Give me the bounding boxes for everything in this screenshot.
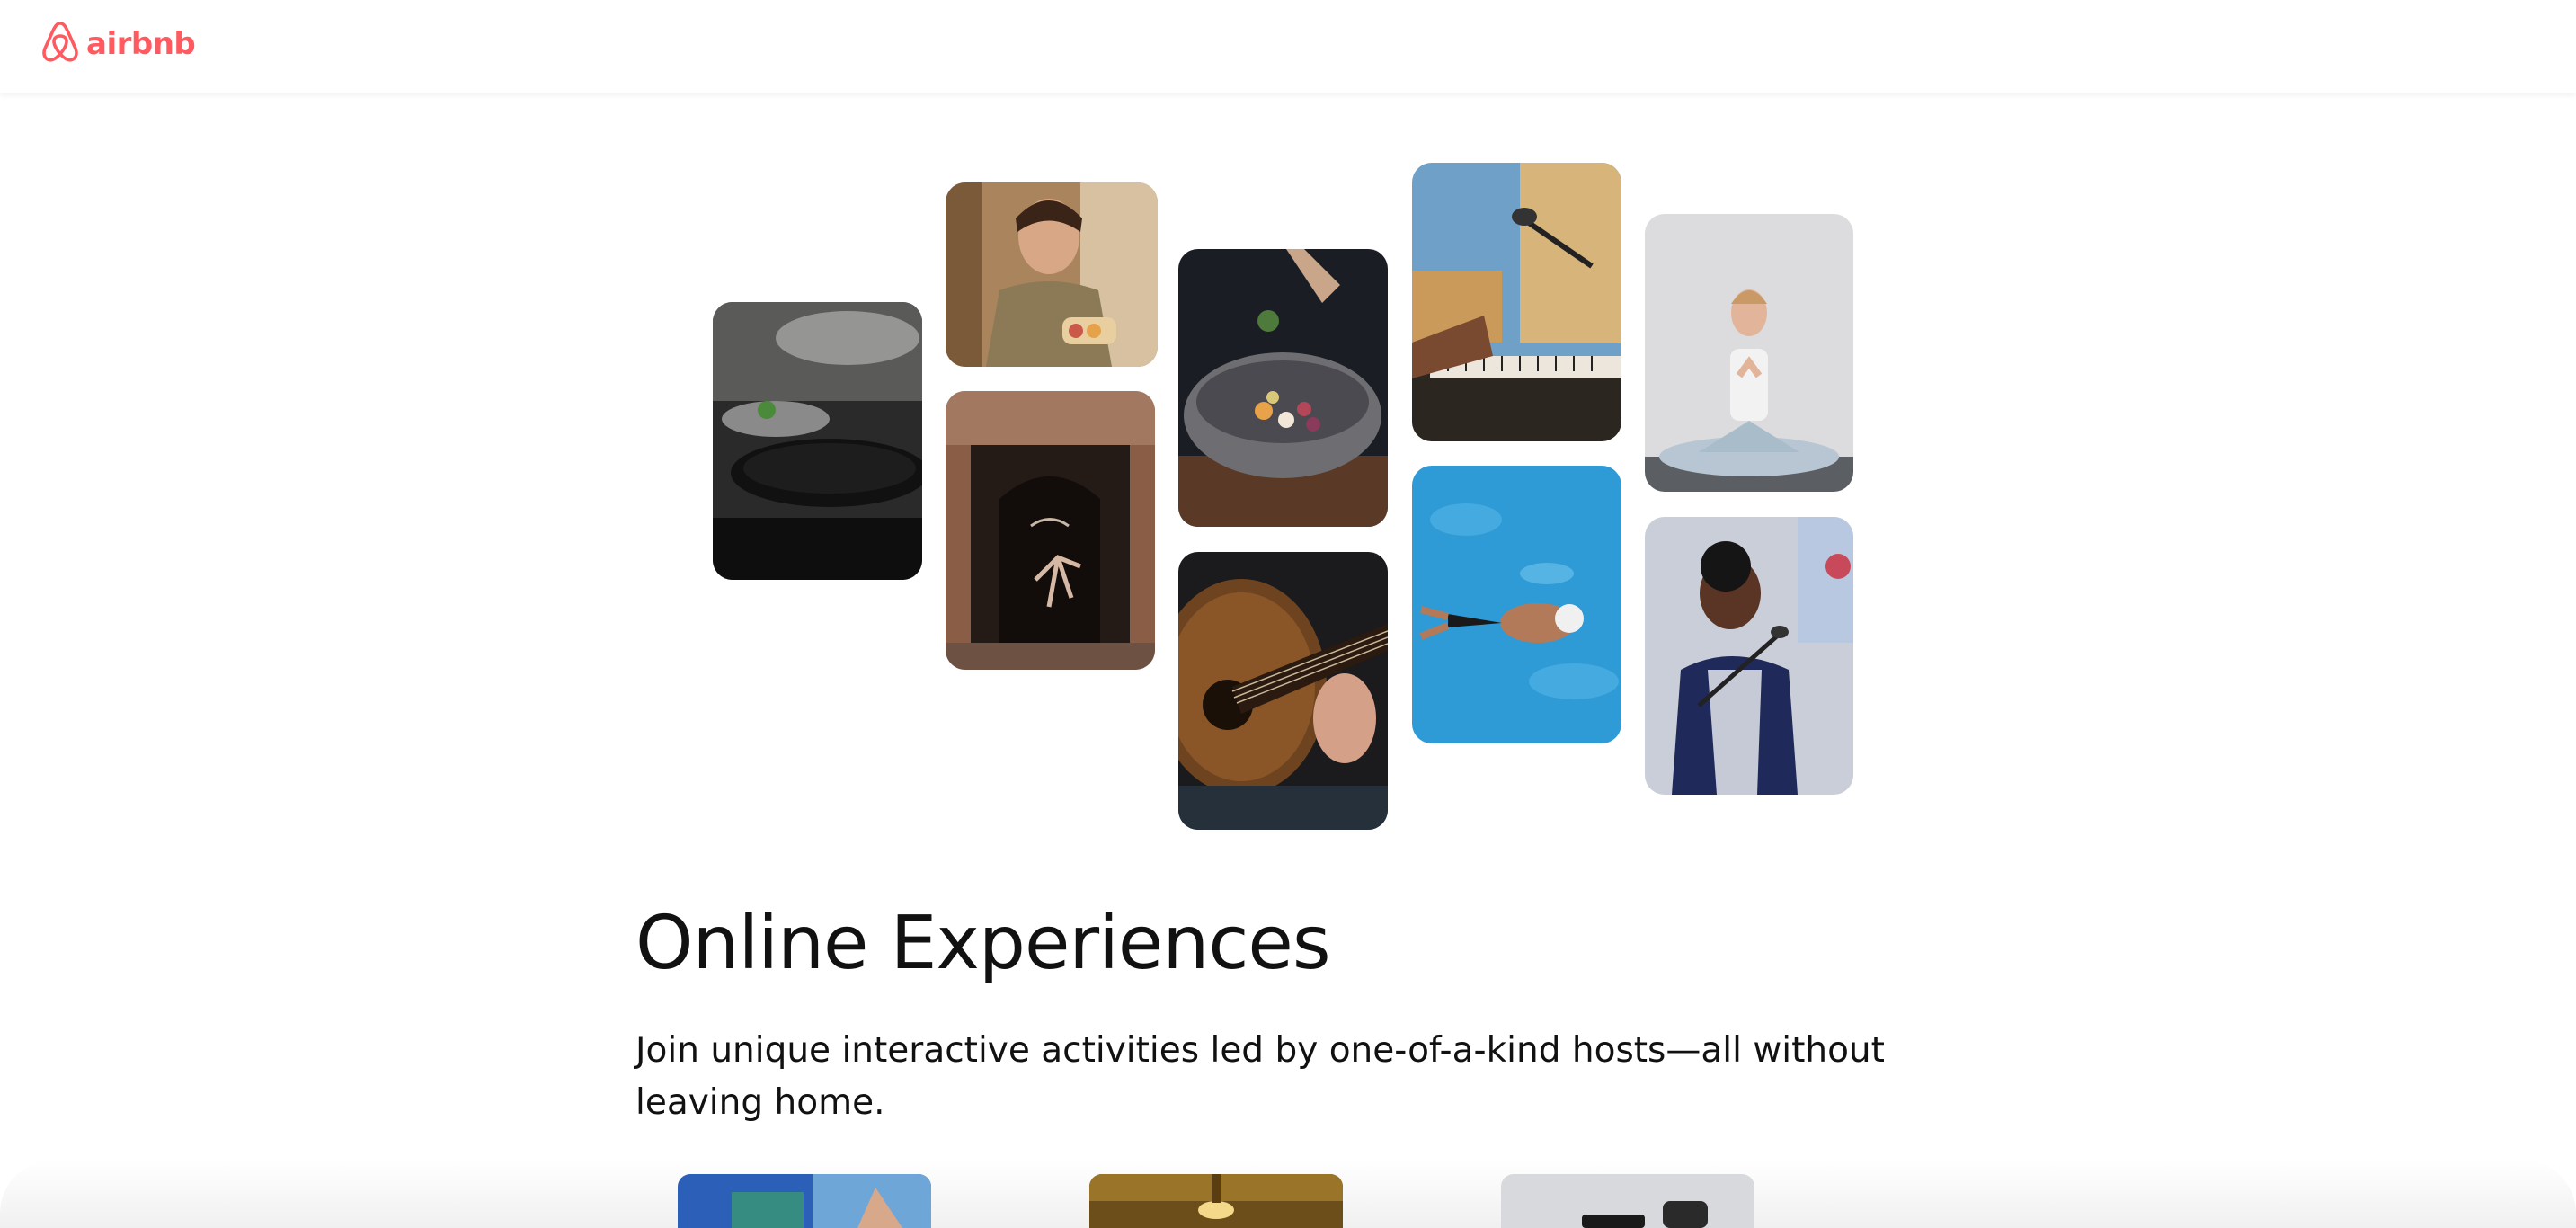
dancer-in-doorway-photo [946,391,1155,670]
woman-with-pastries-photo [946,182,1158,367]
brand-wordmark: airbnb [86,26,196,62]
experience-card-1[interactable] [678,1174,931,1228]
yoga-meditation-photo [1645,214,1853,492]
cooking-pans-photo [713,302,922,580]
page-title: Online Experiences [635,901,1331,986]
experience-card-3[interactable] [1501,1174,1754,1228]
experience-card-2[interactable] [1089,1174,1343,1228]
stone-bowl-dish-photo [1178,249,1388,527]
piano-microphone-photo [1412,163,1621,441]
singer-microphone-photo [1645,517,1853,795]
acoustic-guitar-photo [1178,552,1388,830]
page-subtitle: Join unique interactive activities led b… [635,1030,1885,1123]
swimmer-pool-photo [1412,466,1621,743]
top-nav-bar: airbnb [0,0,2576,93]
airbnb-logo[interactable]: airbnb [40,20,196,68]
airbnb-belo-icon [40,20,81,68]
